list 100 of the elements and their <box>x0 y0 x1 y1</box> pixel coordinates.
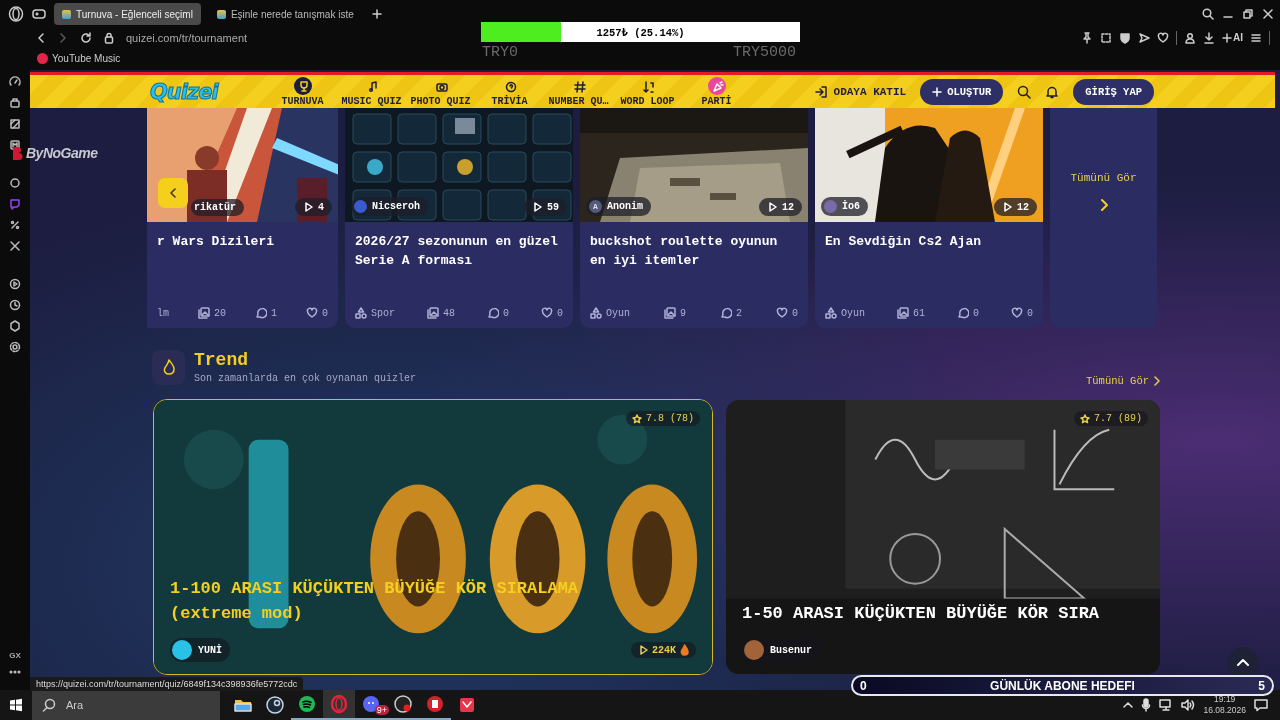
ai-button[interactable]: AI <box>1222 32 1243 43</box>
windows-icon[interactable] <box>9 698 23 712</box>
comment-count: 0 <box>486 307 509 319</box>
notification-badge: 9+ <box>374 705 389 715</box>
previous-button[interactable] <box>158 178 188 208</box>
play-count: 224K <box>631 642 696 658</box>
nav-item[interactable]: TURNUVA <box>268 76 337 107</box>
join-room-button[interactable]: ODAYA KATIL <box>813 82 907 101</box>
speedometer-icon[interactable] <box>9 76 21 88</box>
quiz-card[interactable]: Nicseroh 59 2026/27 sezonunun en güzel Serie A forması Spor 48 0 0 <box>345 108 573 328</box>
bookmark-link[interactable]: YouTube Music <box>34 51 124 66</box>
snapshot-icon[interactable] <box>1100 31 1112 44</box>
category-label: Oyun <box>590 307 630 319</box>
pin-icon[interactable] <box>1081 31 1093 44</box>
sidebar-label: GX <box>9 651 21 660</box>
notification-icon[interactable] <box>1254 698 1268 712</box>
quiz-card[interactable]: rikatür 4 r Wars Dizileri lm 20 1 0 <box>147 108 338 328</box>
star-icon <box>1080 413 1090 424</box>
back-icon[interactable] <box>36 31 46 44</box>
see-all-label: Tümünü Gör <box>1070 172 1137 184</box>
search-icon[interactable] <box>1017 84 1032 99</box>
taskbar-app[interactable]: 9+ <box>355 690 387 720</box>
download-icon[interactable] <box>1203 31 1215 44</box>
chevron-left-icon <box>169 187 177 199</box>
x-logo-icon[interactable] <box>9 240 21 252</box>
see-all-card[interactable]: Tümünü Gör <box>1050 108 1157 328</box>
profile-icon[interactable] <box>1184 31 1196 44</box>
more-icon[interactable] <box>9 669 21 675</box>
play-count: 59 <box>524 198 567 216</box>
author-chip[interactable]: YUNİ <box>170 638 230 662</box>
address-bar[interactable]: quizei.com/tr/tournament <box>126 31 248 44</box>
plus-icon <box>932 86 943 97</box>
quiz-card[interactable]: A Anonim 12 buckshot roulette oyunun en iyi itemler Oyun 9 2 0 <box>580 108 808 328</box>
microphone-icon[interactable] <box>1141 698 1152 712</box>
gamepad-icon[interactable] <box>32 8 46 20</box>
play-count: 12 <box>759 198 802 216</box>
twitch-icon[interactable] <box>9 198 21 210</box>
forward-icon[interactable] <box>58 31 68 44</box>
chevron-up-icon <box>1237 658 1249 666</box>
quiz-card[interactable]: İo6 12 En Sevdiğin Cs2 Ajan Oyun 61 0 0 <box>815 108 1043 328</box>
category-label: Oyun <box>825 307 865 319</box>
restore-icon[interactable] <box>1242 8 1254 20</box>
reload-icon[interactable] <box>80 31 92 44</box>
scroll-top-button[interactable] <box>1228 647 1258 677</box>
nav-item[interactable]: NUMBER QU… <box>544 76 613 107</box>
bag-icon[interactable] <box>9 97 21 109</box>
menu-icon[interactable] <box>1250 31 1262 44</box>
shapes-icon <box>825 307 837 319</box>
see-all-link[interactable]: Tümünü Gör <box>1086 375 1160 387</box>
nav-item[interactable]: MUSIC QUIZ <box>337 76 406 107</box>
author-chip[interactable]: Busenur <box>742 638 820 662</box>
author-chip[interactable]: İo6 <box>821 197 868 216</box>
quiz-title: 2026/27 sezonunun en güzel Serie A forması <box>355 233 559 270</box>
nav-item[interactable]: TRİVİA <box>475 76 544 107</box>
play-icon <box>303 201 313 213</box>
search-icon <box>42 698 56 712</box>
category-label: Spor <box>355 307 395 319</box>
volume-icon[interactable] <box>1181 699 1196 711</box>
author-chip[interactable]: rikatür <box>191 199 244 216</box>
striped-box-icon[interactable] <box>9 118 21 130</box>
nav-item[interactable]: PHOTO QUIZ <box>406 76 475 107</box>
trend-quiz-card[interactable]: 7.7 (89) 1-50 ARASI KÜÇÜKTEN BÜYÜĞE KÖR SIRA Busenur <box>725 399 1161 675</box>
section-subtitle: Son zamanlarda en çok oynanan quizler <box>194 373 417 384</box>
m-square-icon[interactable] <box>9 139 21 151</box>
steam-icon <box>265 695 285 715</box>
play-icon <box>532 201 542 213</box>
sponsor-logo: ByNoGame <box>26 145 98 161</box>
new-tab-icon[interactable] <box>369 7 384 21</box>
opera-logo-icon[interactable] <box>8 6 24 22</box>
bell-icon[interactable] <box>1045 84 1060 99</box>
cube-icon[interactable] <box>9 320 21 332</box>
heart-icon[interactable] <box>1157 31 1169 44</box>
play-circle-icon[interactable] <box>9 278 21 290</box>
taskbar-clock[interactable]: 19:19 16.08.2026 <box>1203 694 1246 716</box>
goal-max-label: TRY5000 <box>733 44 796 61</box>
nav-item[interactable]: WORD LOOP <box>613 76 682 107</box>
author-chip[interactable]: Nicseroh <box>351 197 428 216</box>
close-icon[interactable] <box>1262 8 1274 20</box>
search-icon[interactable] <box>1202 8 1214 20</box>
browser-tab[interactable]: Turnuva - Eğlenceli seçiml <box>54 3 201 25</box>
play-count: 4 <box>295 198 332 216</box>
network-icon[interactable] <box>1159 699 1174 711</box>
percent-icon[interactable] <box>9 219 21 231</box>
send-icon[interactable] <box>1138 31 1150 44</box>
image-count: 9 <box>664 307 686 319</box>
play-icon <box>638 644 648 656</box>
browser-tab[interactable]: Eşinle nerede tanışmak iste <box>208 3 362 25</box>
settings-icon[interactable] <box>9 341 21 353</box>
goal-min-label: TRY0 <box>482 44 518 61</box>
clock-icon[interactable] <box>9 299 21 311</box>
chevron-right-icon <box>1154 376 1160 386</box>
chevron-up-icon[interactable] <box>1123 701 1134 709</box>
author-chip[interactable]: A Anonim <box>586 197 651 216</box>
image-count: 20 <box>198 307 226 319</box>
nav-item[interactable]: PARTİ <box>682 76 751 107</box>
taskbar-search-field[interactable]: Ara <box>32 690 220 720</box>
quiz-title: buckshot roulette oyunun en iyi itemler <box>590 233 779 270</box>
shield-icon[interactable] <box>1119 31 1131 44</box>
login-button[interactable]: GİRİŞ YAP <box>1073 78 1154 105</box>
create-button[interactable]: OLUŞTUR <box>920 78 1004 105</box>
